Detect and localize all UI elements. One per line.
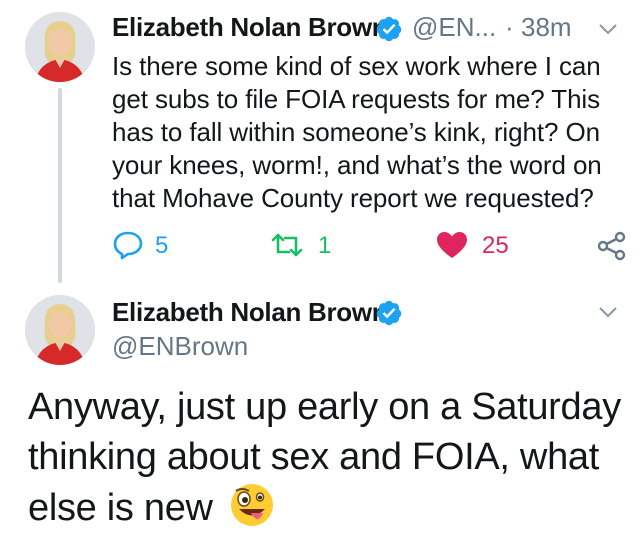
tweet-text: Is there some kind of sex work where I c… (112, 51, 602, 213)
author-name[interactable]: Elizabeth Nolan Brown (112, 297, 388, 328)
tweet-text: Anyway, just up early on a Saturday thin… (28, 382, 633, 541)
retweet-icon[interactable] (270, 232, 304, 258)
author-handle[interactable]: @ENBrown (112, 331, 248, 362)
tweet-timestamp[interactable]: 38m (521, 12, 572, 43)
tweet-text-body: Anyway, just up early on a Saturday thin… (28, 386, 621, 529)
chevron-down-icon[interactable] (598, 305, 618, 319)
reply-count: 5 (155, 232, 169, 259)
avatar[interactable] (25, 12, 95, 82)
thread-line (58, 88, 62, 283)
verified-badge-icon (376, 16, 402, 42)
author-name[interactable]: Elizabeth Nolan Brown (112, 12, 388, 43)
heart-icon[interactable] (435, 230, 469, 260)
author-handle[interactable]: @EN... (412, 12, 496, 43)
emoji-zany-face (229, 482, 275, 541)
retweet-count: 1 (318, 232, 332, 259)
separator-dot: · (505, 12, 514, 42)
verified-badge-icon (376, 300, 402, 326)
share-icon[interactable] (596, 230, 628, 262)
chevron-down-icon[interactable] (598, 22, 618, 36)
avatar[interactable] (25, 295, 95, 365)
like-count: 25 (482, 232, 509, 259)
reply-icon[interactable] (112, 230, 144, 260)
